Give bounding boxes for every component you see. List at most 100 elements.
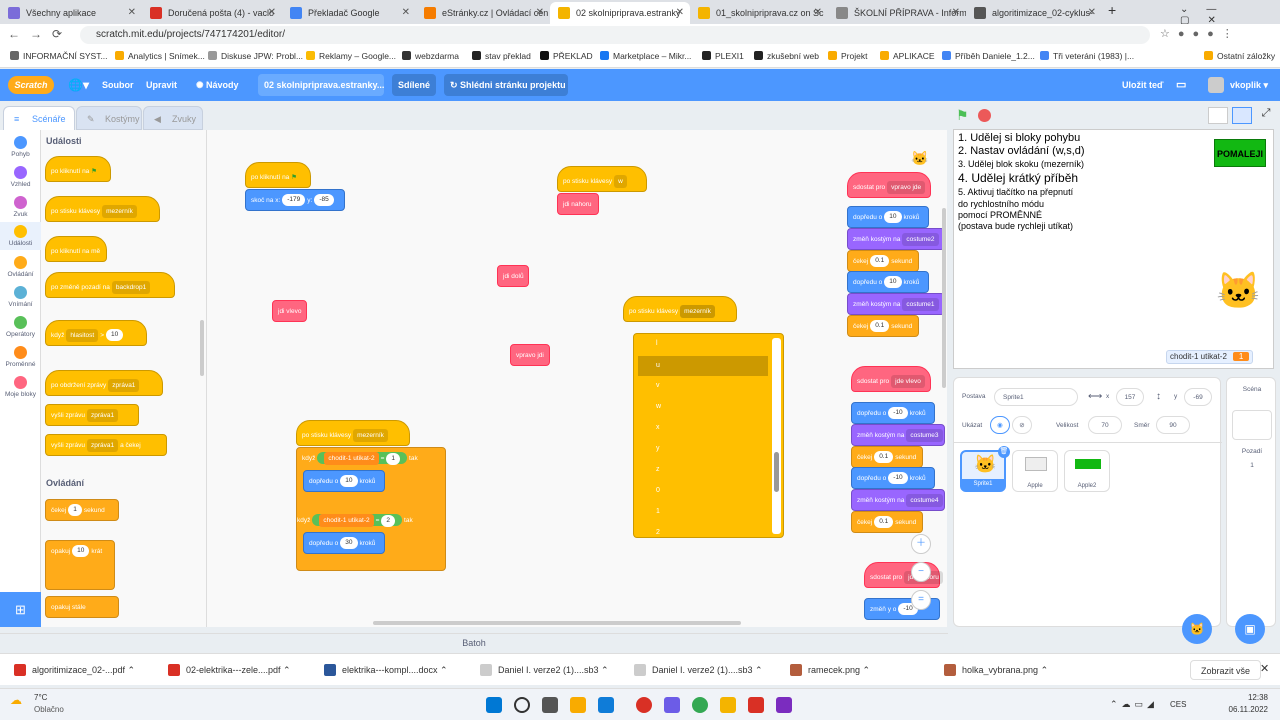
x-input[interactable]: 157 — [1116, 388, 1144, 406]
key-dropdown-menu[interactable]: l u v w x y z 0 1 2 — [633, 333, 784, 538]
browser-tab[interactable]: eStránky.cz | Ovládací cen ✕ — [416, 2, 550, 24]
close-icon[interactable]: ✕ — [1260, 662, 1269, 675]
script-block[interactable]: čekej 0.1 sekund — [847, 250, 919, 272]
palette-block[interactable]: když hlasitost >10 — [45, 320, 147, 346]
palette-block[interactable]: opakuj stále — [45, 596, 119, 618]
project-title-input[interactable]: 02 skolnipriprava.estranky... — [258, 74, 384, 96]
sprite-tile-selected[interactable]: 🐱 Sprite1 🗑 — [960, 446, 1010, 492]
download-item[interactable]: holka_vybrana.png ⌃ — [942, 654, 1082, 686]
script-block[interactable]: jdi nahoru — [557, 193, 599, 215]
menu-file[interactable]: Soubor — [102, 69, 134, 101]
app-icon[interactable] — [776, 697, 792, 713]
category-operators[interactable]: Operátory — [0, 316, 41, 338]
dropdown-option-selected[interactable]: u — [638, 356, 768, 376]
app-icon[interactable] — [636, 697, 652, 713]
script-block[interactable]: změň kostým na costume4 — [851, 489, 945, 511]
direction-input[interactable]: 90 — [1156, 416, 1190, 434]
hide-eye-icon[interactable]: ⊘ — [1012, 416, 1032, 434]
menu-edit[interactable]: Upravit — [146, 69, 177, 101]
browser-tab[interactable]: algoritimizace_02-cyklus- ✕ — [966, 2, 1102, 24]
category-my-blocks[interactable]: Moje bloky — [0, 376, 41, 398]
palette-block[interactable]: po stisku klávesy mezerník — [45, 196, 160, 222]
script-block[interactable]: po stisku klávesy mezerník — [296, 420, 410, 446]
script-block[interactable]: sdostat pro jde vlevo — [851, 366, 931, 392]
size-input[interactable]: 70 — [1088, 416, 1122, 434]
script-block[interactable]: změň kostým na costume1 — [847, 293, 945, 315]
script-block[interactable]: po stisku klávesy w — [557, 166, 647, 192]
zoom-in-icon[interactable]: ＋ — [911, 534, 931, 554]
category-control[interactable]: Ovládání — [0, 256, 41, 278]
bookmark[interactable]: stav překlad — [472, 51, 531, 61]
add-extension-button[interactable]: ⊞ — [0, 592, 41, 627]
window-controls[interactable]: ⌄—▢✕ — [1180, 4, 1280, 26]
script-block[interactable]: sdostat pro vpravo jde — [847, 172, 931, 198]
category-events[interactable]: Události — [0, 222, 41, 250]
script-block[interactable]: dopředu o -10 kroků — [851, 402, 935, 424]
menu-tutorials[interactable]: ✺ Návody — [196, 69, 239, 101]
bookmark[interactable]: Ostatní záložky — [1204, 51, 1275, 61]
search-icon[interactable] — [514, 697, 530, 713]
add-backdrop-icon[interactable]: ▣ — [1235, 614, 1265, 644]
backpack-bar[interactable]: Batoh — [0, 633, 948, 651]
script-block[interactable]: změň kostým na costume3 — [851, 424, 945, 446]
bookmark[interactable]: Tři veteráni (1983) |... — [1040, 51, 1134, 61]
category-sound[interactable]: Zvuk — [0, 196, 41, 218]
fullscreen-icon[interactable]: ⤢ — [1256, 107, 1276, 124]
palette-scrollbar[interactable] — [200, 320, 204, 376]
close-tab-icon[interactable]: ✕ — [952, 2, 960, 24]
browser-tab[interactable]: Překladač Google ✕ — [282, 2, 416, 24]
chrome-icon[interactable] — [692, 697, 708, 713]
zoom-out-icon[interactable]: − — [911, 562, 931, 582]
palette-block[interactable]: vyšli zprávu zpráva1 a čekej — [45, 434, 167, 456]
dropdown-option[interactable]: y — [638, 439, 768, 459]
browser-tab[interactable]: ŠKOLNÍ PŘÍPRAVA - Inform ✕ — [828, 2, 966, 24]
script-block[interactable]: dopředu o 10 kroků — [847, 206, 929, 228]
backdrop-thumbnail[interactable] — [1232, 410, 1272, 440]
script-block[interactable]: jdi dolů — [497, 265, 529, 287]
tab-costumes[interactable]: ✎ Kostýmy — [76, 106, 142, 130]
script-block[interactable]: dopředu o -10 kroků — [851, 467, 935, 489]
stop-icon[interactable] — [978, 109, 991, 122]
bookmark[interactable]: zkušební web — [754, 51, 819, 61]
new-tab-icon[interactable]: + — [1108, 2, 1116, 18]
download-item[interactable]: algoritimizace_02-...pdf ⌃ — [12, 654, 152, 686]
tab-sounds[interactable]: ◀ Zvuky — [143, 106, 203, 130]
user-menu[interactable]: vkoplik ▾ — [1208, 69, 1268, 101]
category-motion[interactable]: Pohyb — [0, 136, 41, 158]
dropdown-option[interactable]: l — [638, 334, 768, 354]
close-tab-icon[interactable]: ✕ — [1088, 2, 1096, 24]
scratch-logo[interactable]: Scratch — [8, 76, 54, 94]
browser-tab-active[interactable]: 02 skolnipriprava.estranky ✕ — [550, 2, 690, 24]
task-view-icon[interactable] — [542, 697, 558, 713]
script-block[interactable]: když chodit-1 utikat-2 = 1 tak dopředu o 10 kr… — [296, 447, 446, 571]
close-tab-icon[interactable]: ✕ — [402, 2, 410, 24]
tab-code[interactable]: ≡ Scénáře — [3, 106, 75, 130]
script-block[interactable]: po kliknutí na ⚑ — [245, 162, 311, 188]
bookmark[interactable]: webzdarma — [402, 51, 459, 61]
script-block[interactable]: změň kostým na costume2 — [847, 228, 945, 250]
download-item[interactable]: elektrika---kompl....docx ⌃ — [322, 654, 462, 686]
sprite-tile[interactable]: Apple2 — [1064, 450, 1110, 492]
edge-icon[interactable] — [598, 697, 614, 713]
palette-block[interactable]: po kliknutí na ⚑ — [45, 156, 111, 182]
script-block[interactable]: čekej 0.1 sekund — [851, 446, 923, 468]
browser-tab[interactable]: Všechny aplikace ✕ — [0, 2, 142, 24]
bookmark[interactable]: Reklamy – Google... — [306, 51, 396, 61]
script-block[interactable]: jdi vlevo — [272, 300, 307, 322]
nav-buttons[interactable]: ←→⟳ — [8, 27, 72, 41]
script-block[interactable]: čekej 0.1 sekund — [847, 315, 919, 337]
category-looks[interactable]: Vzhled — [0, 166, 41, 188]
app-icon[interactable] — [720, 697, 736, 713]
close-tab-icon[interactable]: ✕ — [676, 2, 684, 24]
dropdown-scrollbar-track[interactable] — [772, 338, 781, 534]
sprite-name-input[interactable]: Sprite1 — [994, 388, 1078, 406]
palette-block[interactable]: po změně pozadí na backdrop1 — [45, 272, 175, 298]
delete-icon[interactable]: 🗑 — [998, 446, 1010, 458]
bookmark[interactable]: Marketplace – Mikr... — [600, 51, 691, 61]
show-all-button[interactable]: Zobrazit vše — [1190, 660, 1262, 680]
browser-tab[interactable]: Doručená pošta (4) - vaclo ✕ — [142, 2, 282, 24]
bookmark[interactable]: INFORMAČNÍ SYST... — [10, 51, 108, 61]
app-icon[interactable] — [664, 697, 680, 713]
download-item[interactable]: ramecek.png ⌃ — [788, 654, 918, 686]
close-tab-icon[interactable]: ✕ — [814, 2, 822, 24]
